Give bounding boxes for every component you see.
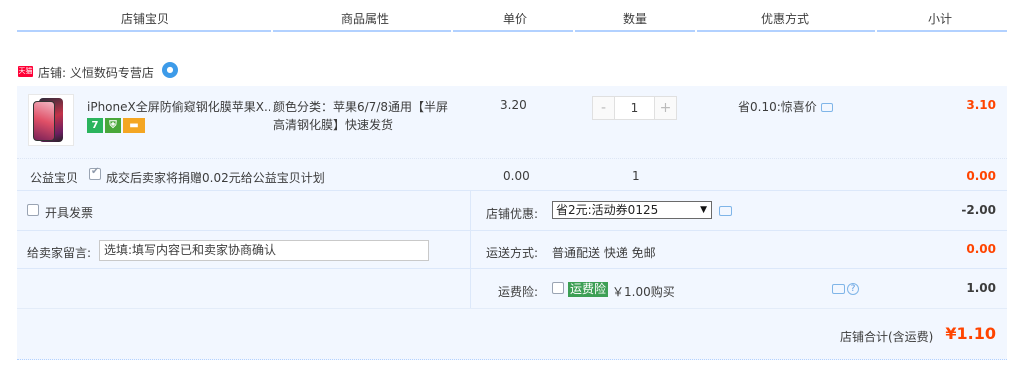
header-unit-price: 单价 (502, 12, 527, 26)
qty-increase-button[interactable]: + (655, 97, 676, 119)
header-subtotal: 小计 (927, 12, 952, 26)
service-badges: 7 ⛨ ▬ (87, 118, 145, 134)
charity-label: 公益宝贝 (30, 171, 79, 185)
item-promo-text: 省0.10:惊喜价 (738, 100, 817, 114)
shop-discount-value: -2.00 (961, 203, 996, 217)
order-options-right (470, 190, 1007, 308)
quantity-stepper: - 1 + (592, 96, 677, 120)
comment-icon[interactable] (820, 103, 833, 112)
header-underline (575, 30, 695, 32)
qty-input[interactable]: 1 (614, 97, 655, 119)
insurance-value: 1.00 (966, 281, 996, 295)
header-discount: 优惠方式 (760, 12, 809, 26)
seven-day-return-icon[interactable]: 7 (87, 118, 103, 133)
divider (470, 230, 1007, 231)
comment-icon[interactable] (832, 284, 845, 294)
phone-image (33, 101, 55, 141)
comment-icon[interactable] (719, 206, 732, 216)
seller-message-input[interactable]: 选填:填写内容已和卖家协商确认 (99, 240, 429, 261)
divider (470, 268, 1007, 269)
insurance-tag: 运费险 (568, 282, 609, 297)
message-label: 给卖家留言: (27, 246, 92, 260)
header-underline (877, 30, 1007, 32)
shipping-method: 普通配送 快递 免邮 (552, 246, 656, 260)
item-row (17, 86, 1007, 158)
tmall-badge: 天猫 (18, 66, 33, 77)
insurance-checkbox[interactable] (552, 282, 564, 294)
shop-discount-select[interactable]: 省2元:活动券0125 ▼ (552, 201, 712, 219)
header-underline (17, 30, 271, 32)
qty-decrease-button[interactable]: - (593, 97, 614, 119)
item-promo: 省0.10:惊喜价 (738, 98, 833, 115)
dropdown-arrow-icon: ▼ (700, 205, 707, 215)
invoice-label: 开具发票 (45, 206, 94, 220)
header-underline (273, 30, 451, 32)
header-underline (697, 30, 875, 32)
guarantee-shield-icon[interactable]: ⛨ (105, 118, 121, 133)
insurance-label: 运费险: (497, 285, 538, 299)
divider (17, 230, 470, 231)
charity-description: 成交后卖家将捐赠0.02元给公益宝贝计划 (106, 171, 325, 185)
shop-name-link[interactable]: 店铺: 义恒数码专营店 (38, 64, 154, 81)
shipping-label: 运送方式: (485, 246, 538, 260)
divider (17, 190, 1007, 191)
item-thumbnail[interactable] (28, 94, 74, 146)
header-underline (453, 30, 573, 32)
shop-total-value: ¥1.10 (945, 324, 996, 343)
charity-quantity: 1 (632, 169, 640, 183)
header-quantity: 数量 (622, 12, 647, 26)
credit-card-icon[interactable]: ▬ (123, 118, 145, 133)
item-sku-attributes: 颜色分类：苹果6/7/8通用【半屏高清钢化膜】快速发货 (273, 100, 448, 132)
cart-header: 店铺宝贝 商品属性 单价 数量 优惠方式 小计 (0, 0, 1014, 34)
invoice-checkbox[interactable] (27, 204, 39, 216)
shop-discount-selected: 省2元:活动券0125 (556, 203, 659, 217)
header-attributes: 商品属性 (340, 12, 389, 26)
charity-subtotal: 0.00 (966, 169, 996, 183)
item-unit-price: 3.20 (500, 98, 527, 112)
shipping-value: 0.00 (966, 242, 996, 256)
charity-checkbox[interactable] (89, 166, 101, 180)
insurance-price: ￥1.00购买 (612, 285, 675, 299)
item-title-link[interactable]: iPhoneX全屏防偷窥钢化膜苹果X... (87, 98, 270, 115)
divider (17, 268, 470, 269)
shop-discount-label: 店铺优惠: (485, 207, 538, 221)
item-subtotal: 3.10 (966, 98, 996, 112)
chat-wangwang-icon[interactable]: ● (162, 62, 178, 78)
charity-price: 0.00 (503, 169, 530, 183)
header-shop-item: 店铺宝贝 (120, 12, 169, 26)
shop-total-label: 店铺合计(含运费) (840, 330, 934, 344)
help-icon[interactable]: ? (847, 283, 859, 295)
